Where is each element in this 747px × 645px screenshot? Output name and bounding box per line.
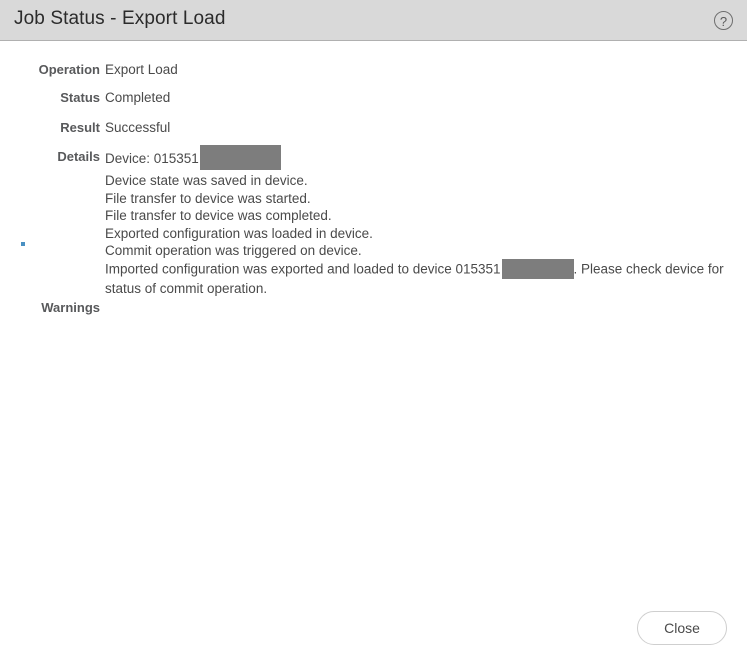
detail-summary-prefix: Imported configuration was exported and … (105, 261, 501, 277)
field-value-status: Completed (105, 90, 171, 105)
status-bullet-icon (21, 242, 25, 246)
dialog-body: Operation Export Load Status Completed R… (0, 42, 747, 645)
redacted-device-id-2 (501, 258, 574, 279)
detail-summary-paragraph: Imported configuration was exported and … (105, 258, 730, 298)
field-label-result: Result (60, 120, 100, 135)
field-value-operation: Export Load (105, 62, 178, 77)
close-button[interactable]: Close (637, 611, 727, 645)
detail-line-device: Device: 015351 (105, 145, 730, 172)
field-label-status: Status (60, 90, 100, 105)
detail-line: Commit operation was triggered on device… (105, 243, 362, 259)
detail-line: Device state was saved in device. (105, 173, 308, 188)
dialog-header: Job Status - Export Load ? (0, 0, 747, 41)
redacted-device-id-1 (199, 145, 281, 170)
field-value-result: Successful (105, 120, 171, 135)
details-text-block: Device: 015351 Device state was saved in… (105, 145, 730, 298)
help-circle-icon[interactable]: ? (714, 11, 733, 30)
detail-device-prefix: Device: 015351 (105, 151, 199, 167)
field-label-operation: Operation (38, 62, 100, 77)
detail-line: Exported configuration was loaded in dev… (105, 225, 373, 241)
page-title: Job Status - Export Load (14, 8, 226, 29)
field-label-details: Details (57, 149, 100, 164)
detail-line: File transfer to device was completed. (105, 208, 332, 224)
detail-line: File transfer to device was started. (105, 190, 311, 206)
field-label-warnings: Warnings (41, 300, 100, 315)
